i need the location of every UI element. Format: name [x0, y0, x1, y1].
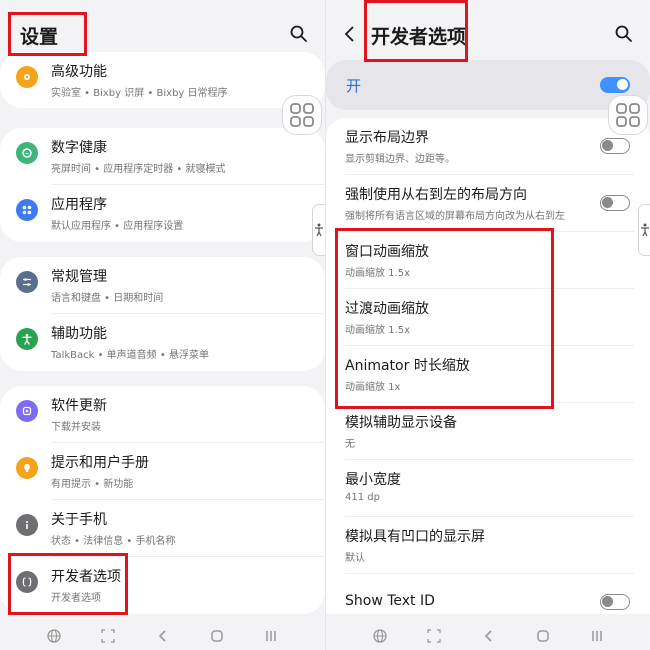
- option-display-cutout[interactable]: 模拟具有凹口的显示屏 默认: [326, 517, 650, 574]
- grid-icon: [290, 103, 314, 127]
- settings-item-tips[interactable]: 提示和用户手册 有用提示 • 新功能: [0, 443, 325, 500]
- highlight-animation-scale-box: [335, 228, 554, 409]
- highlight-title-box: [8, 12, 87, 56]
- item-title: 提示和用户手册: [51, 455, 149, 471]
- settings-item-advanced-features[interactable]: 高级功能 实验室 • Bixby 识屏 • Bixby 日常程序: [0, 52, 325, 109]
- item-title: 辅助功能: [51, 326, 107, 342]
- globe-icon[interactable]: [372, 628, 388, 644]
- item-subtitle: 亮屏时间 • 应用程序定时器 • 就寝模式: [51, 164, 226, 175]
- highlight-title-box: [364, 0, 468, 62]
- option-title: 模拟辅助显示设备: [345, 415, 457, 431]
- item-subtitle: 状态 • 法律信息 • 手机名称: [51, 536, 176, 547]
- highlight-developer-options-box: [8, 553, 128, 615]
- option-smallest-width[interactable]: 最小宽度 411 dp: [326, 460, 650, 517]
- tips-icon: [16, 457, 38, 479]
- recents-nav-icon[interactable]: [589, 628, 605, 644]
- option-subtitle: 无: [345, 439, 355, 450]
- floating-menu-button[interactable]: [609, 96, 647, 134]
- settings-group-1: 高级功能 实验室 • Bixby 识屏 • Bixby 日常程序: [0, 52, 325, 108]
- item-subtitle: 下载并安装: [51, 422, 101, 433]
- option-simulate-secondary-display[interactable]: 模拟辅助显示设备 无: [326, 403, 650, 460]
- toggle-knob: [602, 140, 613, 151]
- home-nav-icon[interactable]: [209, 628, 225, 644]
- master-toggle[interactable]: [600, 77, 630, 93]
- settings-group-2: 数字健康 亮屏时间 • 应用程序定时器 • 就寝模式 应用程序 默认应用程序 •…: [0, 128, 325, 242]
- show-text-id-toggle[interactable]: [600, 594, 630, 610]
- option-force-rtl[interactable]: 强制使用从右到左的布局方向 强制将所有语言区域的屏幕布局方向改为从右到左: [326, 175, 650, 232]
- item-title: 关于手机: [51, 512, 107, 528]
- option-subtitle: 强制将所有语言区域的屏幕布局方向改为从右到左: [345, 211, 565, 222]
- master-switch-label: 开: [346, 77, 362, 95]
- item-title: 软件更新: [51, 398, 107, 414]
- force-rtl-toggle[interactable]: [600, 195, 630, 211]
- accessibility-side-handle[interactable]: [639, 205, 650, 255]
- option-title: 显示布局边界: [345, 130, 429, 146]
- option-title: Show Text ID: [345, 593, 435, 609]
- item-subtitle: 默认应用程序 • 应用程序设置: [51, 221, 184, 232]
- settings-item-software-update[interactable]: 软件更新 下载并安装: [0, 386, 325, 443]
- settings-item-accessibility[interactable]: 辅助功能 TalkBack • 单声道音频 • 悬浮菜单: [0, 314, 325, 371]
- option-subtitle: 默认: [345, 553, 365, 564]
- developer-options-master-switch[interactable]: 开: [326, 60, 650, 110]
- grid-icon: [616, 103, 640, 127]
- search-icon[interactable]: [289, 24, 309, 44]
- item-title: 应用程序: [51, 197, 107, 213]
- screenshot-icon[interactable]: [426, 628, 442, 644]
- toggle-knob: [602, 596, 613, 607]
- settings-panel: 设置 高级功能 实验室 • Bixby 识屏 • Bixby 日常程序 数字健康…: [0, 0, 325, 650]
- about-phone-icon: [16, 514, 38, 536]
- advanced-features-icon: [16, 66, 38, 88]
- screenshot-icon[interactable]: [100, 628, 116, 644]
- developer-options-panel: 开发者选项 开 显示布局边界 显示剪辑边界、边距等。 强制使用从右到左的布局方向…: [325, 0, 650, 650]
- item-title: 常规管理: [51, 269, 107, 285]
- accessibility-icon: [16, 328, 38, 350]
- item-title: 数字健康: [51, 140, 107, 156]
- settings-item-general-management[interactable]: 常规管理 语言和键盘 • 日期和时间: [0, 257, 325, 314]
- home-nav-icon[interactable]: [535, 628, 551, 644]
- option-title: 模拟具有凹口的显示屏: [345, 529, 485, 545]
- digital-wellbeing-icon: [16, 142, 38, 164]
- toggle-knob: [602, 197, 613, 208]
- general-management-icon: [16, 271, 38, 293]
- option-subtitle: 411 dp: [345, 492, 380, 503]
- accessibility-icon: [641, 223, 649, 237]
- accessibility-icon: [315, 223, 323, 237]
- layout-bounds-toggle[interactable]: [600, 138, 630, 154]
- system-nav-bar: [0, 620, 325, 650]
- globe-icon[interactable]: [46, 628, 62, 644]
- option-title: 最小宽度: [345, 472, 401, 488]
- accessibility-side-handle[interactable]: [313, 205, 325, 255]
- back-nav-icon[interactable]: [155, 628, 171, 644]
- item-subtitle: 实验室 • Bixby 识屏 • Bixby 日常程序: [51, 88, 228, 99]
- settings-item-digital-wellbeing[interactable]: 数字健康 亮屏时间 • 应用程序定时器 • 就寝模式: [0, 128, 325, 185]
- item-subtitle: 有用提示 • 新功能: [51, 479, 134, 490]
- option-title: 强制使用从右到左的布局方向: [345, 187, 527, 203]
- floating-menu-button[interactable]: [283, 96, 321, 134]
- toggle-knob: [617, 79, 628, 90]
- settings-item-apps[interactable]: 应用程序 默认应用程序 • 应用程序设置: [0, 185, 325, 242]
- settings-item-about-phone[interactable]: 关于手机 状态 • 法律信息 • 手机名称: [0, 500, 325, 557]
- apps-icon: [16, 199, 38, 221]
- option-subtitle: 显示剪辑边界、边距等。: [345, 154, 455, 165]
- back-arrow-icon[interactable]: [340, 24, 360, 44]
- back-nav-icon[interactable]: [481, 628, 497, 644]
- recents-nav-icon[interactable]: [263, 628, 279, 644]
- option-show-layout-bounds[interactable]: 显示布局边界 显示剪辑边界、边距等。: [326, 118, 650, 175]
- search-icon[interactable]: [614, 24, 634, 44]
- item-subtitle: 语言和键盘 • 日期和时间: [51, 293, 164, 304]
- system-nav-bar: [326, 620, 650, 650]
- software-update-icon: [16, 400, 38, 422]
- item-subtitle: TalkBack • 单声道音频 • 悬浮菜单: [51, 350, 209, 361]
- item-title: 高级功能: [51, 64, 107, 80]
- settings-group-3: 常规管理 语言和键盘 • 日期和时间 辅助功能 TalkBack • 单声道音频…: [0, 257, 325, 371]
